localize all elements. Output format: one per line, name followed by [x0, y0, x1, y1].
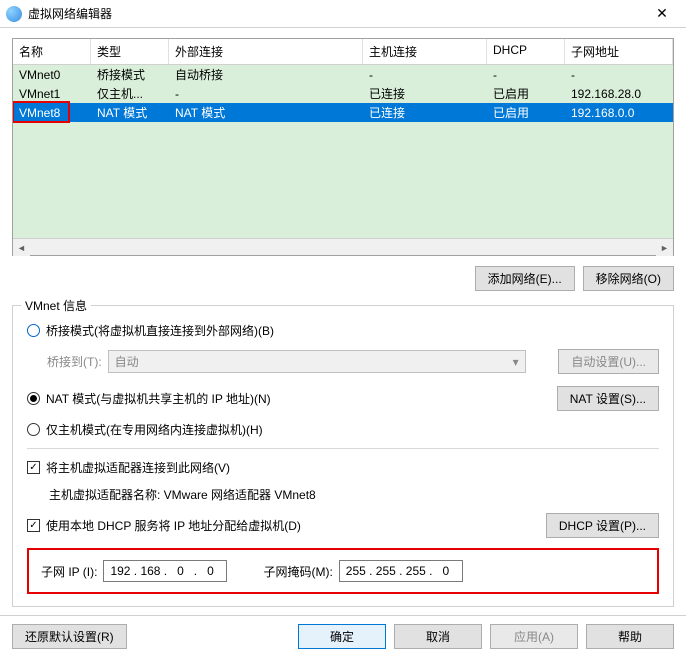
- col-header-subnet[interactable]: 子网地址: [565, 39, 673, 64]
- hostonly-mode-radio[interactable]: 仅主机模式(在专用网络内连接虚拟机)(H): [27, 421, 659, 438]
- help-button[interactable]: 帮助: [586, 624, 674, 649]
- hostonly-mode-label: 仅主机模式(在专用网络内连接虚拟机)(H): [46, 421, 263, 438]
- cell-dhcp: 已启用: [487, 84, 565, 103]
- subnet-ip-label: 子网 IP (I):: [41, 563, 97, 580]
- auto-settings-button: 自动设置(U)...: [558, 349, 659, 374]
- col-header-name[interactable]: 名称: [13, 39, 91, 64]
- ip-octet[interactable]: 192: [108, 564, 132, 578]
- radio-icon: [27, 423, 40, 436]
- ip-octet[interactable]: 255: [374, 564, 398, 578]
- cell-external: 自动桥接: [169, 65, 363, 84]
- radio-icon: [27, 324, 40, 337]
- nat-settings-button[interactable]: NAT 设置(S)...: [557, 386, 659, 411]
- restore-defaults-button[interactable]: 还原默认设置(R): [12, 624, 127, 649]
- cell-host: 已连接: [363, 84, 487, 103]
- nat-mode-label: NAT 模式(与虚拟机共享主机的 IP 地址)(N): [46, 390, 271, 407]
- bridge-to-value: 自动: [115, 353, 139, 370]
- divider: [27, 448, 659, 449]
- dhcp-checkbox[interactable]: ✓ 使用本地 DHCP 服务将 IP 地址分配给虚拟机(D): [27, 517, 301, 534]
- checkbox-icon: ✓: [27, 519, 40, 532]
- cell-type: 桥接模式: [91, 65, 169, 84]
- cell-subnet: 192.168.28.0: [565, 86, 673, 102]
- ip-octet[interactable]: 0: [168, 564, 192, 578]
- col-header-dhcp[interactable]: DHCP: [487, 39, 565, 64]
- ip-octet[interactable]: 255: [344, 564, 368, 578]
- radio-icon: [27, 392, 40, 405]
- horizontal-scrollbar[interactable]: ◄ ►: [13, 238, 673, 255]
- subnet-row: 子网 IP (I): 192. 168. 0. 0 子网掩码(M): 255. …: [27, 548, 659, 594]
- adapter-name-text: 主机虚拟适配器名称: VMware 网络适配器 VMnet8: [49, 486, 659, 503]
- close-button[interactable]: ✕: [644, 0, 680, 28]
- cell-host: -: [363, 67, 487, 83]
- table-row[interactable]: VMnet1 仅主机... - 已连接 已启用 192.168.28.0: [13, 84, 673, 103]
- checkbox-icon: ✓: [27, 461, 40, 474]
- ok-button[interactable]: 确定: [298, 624, 386, 649]
- ip-octet[interactable]: 0: [198, 564, 222, 578]
- remove-network-button[interactable]: 移除网络(O): [583, 266, 674, 291]
- network-table: 名称 类型 外部连接 主机连接 DHCP 子网地址 VMnet0 桥接模式 自动…: [12, 38, 674, 256]
- bridge-mode-label: 桥接模式(将虚拟机直接连接到外部网络)(B): [46, 322, 274, 339]
- table-row[interactable]: VMnet8 NAT 模式 NAT 模式 已连接 已启用 192.168.0.0: [13, 103, 673, 122]
- ip-octet[interactable]: 255: [404, 564, 428, 578]
- cell-dhcp: 已启用: [487, 103, 565, 122]
- cell-name: VMnet0: [13, 67, 91, 83]
- group-label: VMnet 信息: [21, 297, 91, 314]
- apply-button: 应用(A): [490, 624, 578, 649]
- col-header-type[interactable]: 类型: [91, 39, 169, 64]
- scroll-left-icon[interactable]: ◄: [13, 239, 30, 256]
- table-row[interactable]: VMnet0 桥接模式 自动桥接 - - -: [13, 65, 673, 84]
- cell-type: 仅主机...: [91, 84, 169, 103]
- col-header-external[interactable]: 外部连接: [169, 39, 363, 64]
- annotation-highlight: [13, 101, 70, 123]
- dialog-button-bar: 还原默认设置(R) 确定 取消 应用(A) 帮助: [0, 615, 686, 657]
- cell-name: VMnet1: [13, 86, 91, 102]
- bridge-to-label: 桥接到(T):: [47, 353, 102, 370]
- cell-external: -: [169, 86, 363, 102]
- cell-subnet: -: [565, 67, 673, 83]
- ip-octet[interactable]: 168: [138, 564, 162, 578]
- cell-subnet: 192.168.0.0: [565, 105, 673, 121]
- cancel-button[interactable]: 取消: [394, 624, 482, 649]
- cell-dhcp: -: [487, 67, 565, 83]
- subnet-ip-input[interactable]: 192. 168. 0. 0: [103, 560, 227, 582]
- dhcp-check-label: 使用本地 DHCP 服务将 IP 地址分配给虚拟机(D): [46, 517, 301, 534]
- cell-external: NAT 模式: [169, 103, 363, 122]
- app-icon: [6, 6, 22, 22]
- table-header: 名称 类型 外部连接 主机连接 DHCP 子网地址: [13, 39, 673, 65]
- col-header-host[interactable]: 主机连接: [363, 39, 487, 64]
- connect-host-label: 将主机虚拟适配器连接到此网络(V): [46, 459, 230, 476]
- scroll-track[interactable]: [30, 239, 656, 255]
- bridge-mode-radio[interactable]: 桥接模式(将虚拟机直接连接到外部网络)(B): [27, 322, 659, 339]
- ip-octet[interactable]: 0: [434, 564, 458, 578]
- subnet-mask-label: 子网掩码(M):: [263, 563, 332, 580]
- scroll-right-icon[interactable]: ►: [656, 239, 673, 256]
- add-network-button[interactable]: 添加网络(E)...: [475, 266, 575, 291]
- vmnet-info-group: VMnet 信息 桥接模式(将虚拟机直接连接到外部网络)(B) 桥接到(T): …: [12, 305, 674, 607]
- cell-type: NAT 模式: [91, 103, 169, 122]
- nat-mode-radio[interactable]: NAT 模式(与虚拟机共享主机的 IP 地址)(N): [27, 390, 271, 407]
- connect-host-checkbox[interactable]: ✓ 将主机虚拟适配器连接到此网络(V): [27, 459, 659, 476]
- titlebar: 虚拟网络编辑器 ✕: [0, 0, 686, 28]
- bridge-to-combo: 自动: [108, 350, 526, 373]
- table-body: VMnet0 桥接模式 自动桥接 - - - VMnet1 仅主机... - 已…: [13, 65, 673, 238]
- dhcp-settings-button[interactable]: DHCP 设置(P)...: [546, 513, 659, 538]
- window-title: 虚拟网络编辑器: [28, 5, 644, 22]
- cell-host: 已连接: [363, 103, 487, 122]
- subnet-mask-input[interactable]: 255. 255. 255. 0: [339, 560, 463, 582]
